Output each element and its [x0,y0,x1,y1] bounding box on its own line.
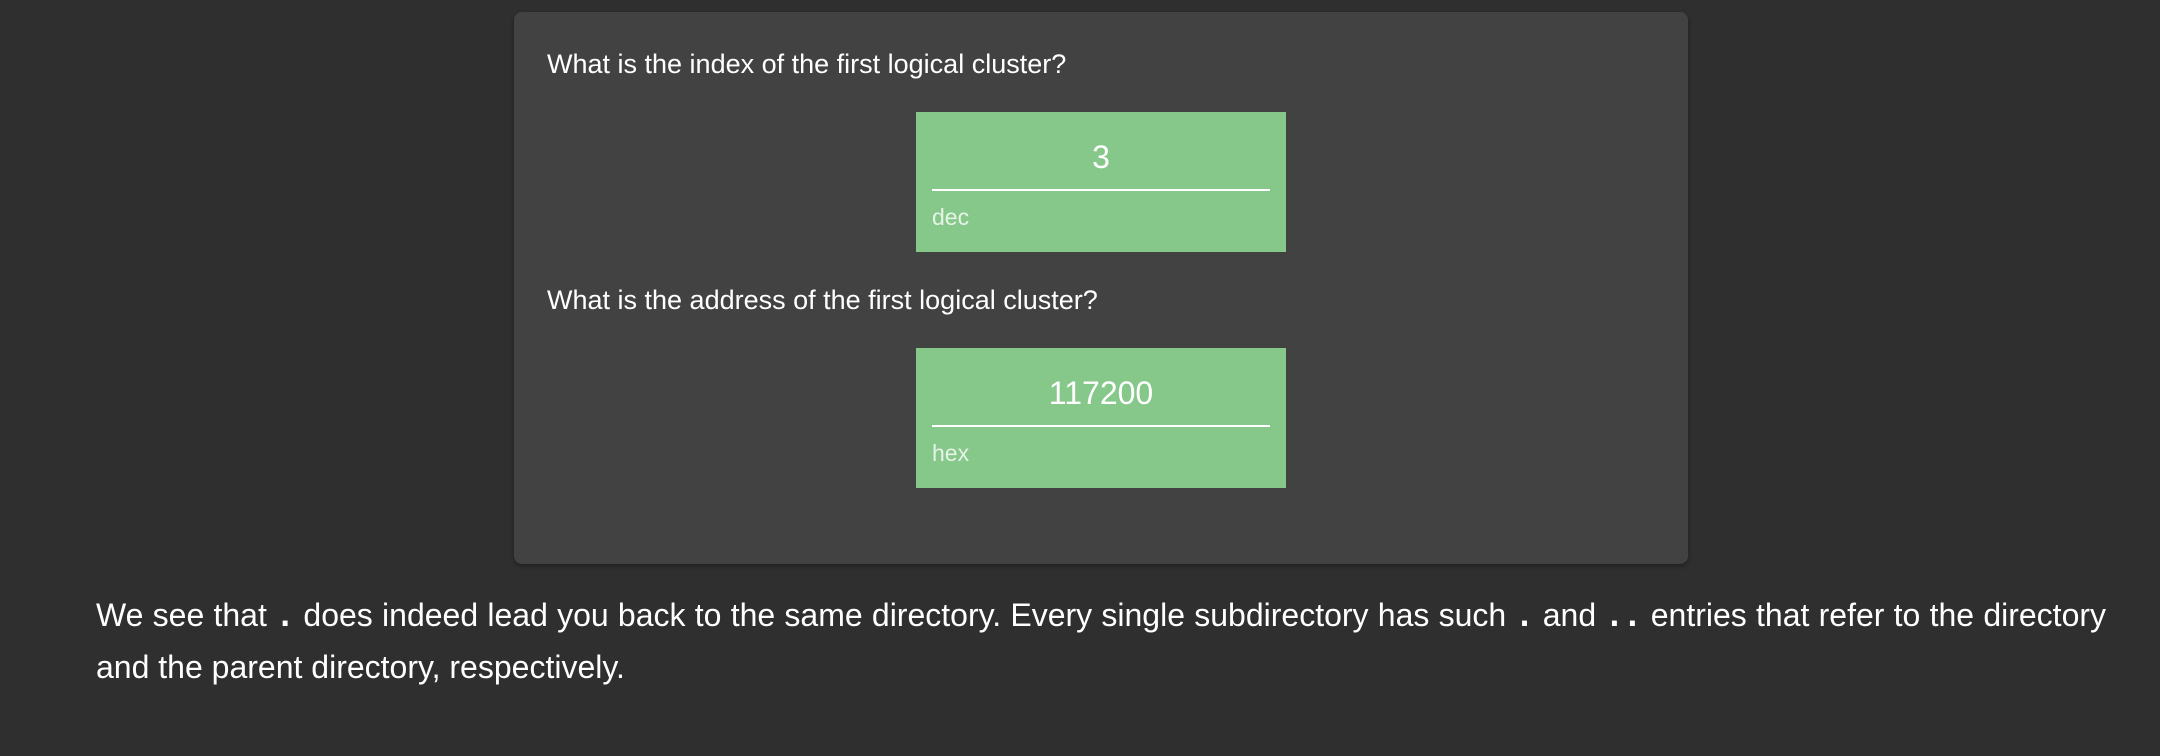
answer-2-unit-label: hex [932,440,970,466]
answer-2-value[interactable]: 117200 [932,376,1270,426]
paragraph-text-3: and [1533,597,1606,633]
explanation-paragraph: We see that . does indeed lead you back … [96,590,2106,692]
answer-1-field[interactable]: 3 dec [916,112,1286,252]
code-dot-2: . [1515,599,1534,634]
answer-1-value[interactable]: 3 [932,140,1270,190]
code-dot-1: . [276,599,295,634]
question-2-text: What is the address of the first logical… [547,285,1098,315]
paragraph-text-1: We see that [96,597,277,633]
code-dotdot: .. [1605,599,1642,634]
answer-1-underline [932,189,1270,191]
answer-1-unit-label: dec [932,204,970,230]
answer-2-field[interactable]: 117200 hex [916,348,1286,488]
answer-2-underline [932,425,1270,427]
paragraph-text-2: does indeed lead you back to the same di… [294,597,1516,633]
quiz-card: What is the index of the first logical c… [514,12,1688,564]
question-1-text: What is the index of the first logical c… [547,49,1067,79]
